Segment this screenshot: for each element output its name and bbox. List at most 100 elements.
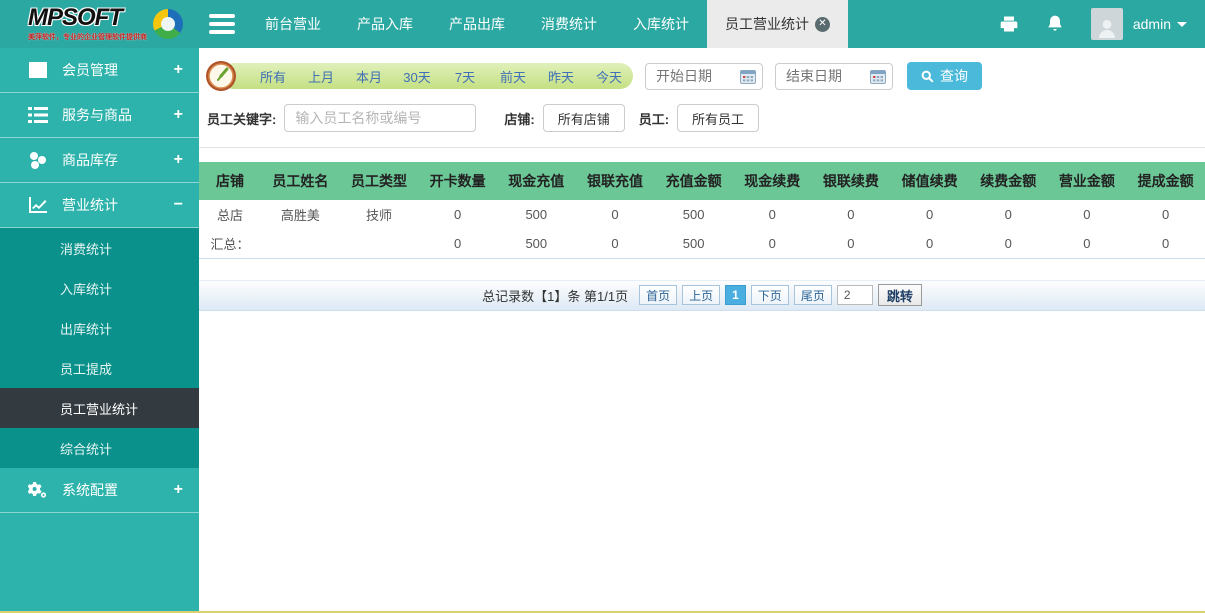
- tab-4[interactable]: 消费统计: [523, 0, 615, 48]
- tab-2[interactable]: 产品入库: [339, 0, 431, 48]
- sidebar-item-4[interactable]: 营业统计 −: [0, 183, 199, 228]
- expand-icon[interactable]: +: [174, 481, 183, 499]
- sidebar-subitem-5[interactable]: 员工营业统计: [0, 388, 199, 428]
- tab-5[interactable]: 入库统计: [615, 0, 707, 48]
- search-button[interactable]: 查询: [907, 62, 982, 90]
- quick-range-link-6[interactable]: 前天: [489, 67, 537, 86]
- table-row: 总店高胜美技师05000500000000: [199, 200, 1205, 229]
- column-header: 员工类型: [340, 162, 419, 200]
- keyword-input[interactable]: [284, 104, 476, 132]
- sidebar-item-3[interactable]: 商品库存 +: [0, 138, 199, 183]
- column-header: 续费金额: [969, 162, 1048, 200]
- column-header: 员工姓名: [261, 162, 340, 200]
- table-cell: 技师: [340, 200, 419, 229]
- header-actions: admin: [999, 0, 1205, 48]
- user-menu[interactable]: admin: [1133, 16, 1187, 32]
- column-header: 储值续费: [890, 162, 969, 200]
- expand-icon[interactable]: +: [174, 61, 183, 79]
- column-header: 提成金额: [1126, 162, 1205, 200]
- clock-icon: [205, 60, 237, 92]
- menu-icon[interactable]: [209, 14, 235, 34]
- table-cell: 500: [497, 200, 576, 229]
- staff-revenue-table: 店铺员工姓名员工类型开卡数量现金充值银联充值充值金额现金续费银联续费储值续费续费…: [199, 162, 1205, 259]
- sidebar-subitem-1[interactable]: 消费统计: [0, 228, 199, 268]
- end-date-input[interactable]: [786, 68, 866, 84]
- staff-select-button[interactable]: 所有员工: [677, 104, 759, 132]
- table-header-row: 店铺员工姓名员工类型开卡数量现金充值银联充值充值金额现金续费银联续费储值续费续费…: [199, 162, 1205, 200]
- quick-range-link-7[interactable]: 昨天: [537, 67, 585, 86]
- sidebar-subitem-3[interactable]: 出库统计: [0, 308, 199, 348]
- table-cell: [261, 229, 340, 258]
- quick-range-link-2[interactable]: 上月: [297, 67, 345, 86]
- table-cell: 500: [654, 229, 733, 258]
- magnifier-icon: [921, 70, 934, 83]
- expand-icon[interactable]: +: [174, 106, 183, 124]
- printer-icon[interactable]: [999, 14, 1019, 34]
- tab-1[interactable]: 前台营业: [247, 0, 339, 48]
- sidebar-item-2[interactable]: 服务与商品+: [0, 93, 199, 138]
- close-tab-icon[interactable]: ✕: [815, 17, 830, 32]
- quick-date-pill: 所有上月本月30天7天前天昨天今天: [221, 63, 633, 89]
- sidebar-item-1[interactable]: 会员管理 +: [0, 48, 199, 93]
- table-cell: 500: [497, 229, 576, 258]
- keyword-label: 员工关键字:: [207, 109, 276, 128]
- jump-button[interactable]: 跳转: [878, 284, 922, 306]
- table-cell: 0: [890, 229, 969, 258]
- prev-page-button[interactable]: 上页: [682, 285, 720, 305]
- table-cell: 0: [890, 200, 969, 229]
- username: admin: [1133, 16, 1171, 32]
- quick-range-link-8[interactable]: 今天: [585, 67, 633, 86]
- quick-range-link-1[interactable]: 所有: [249, 67, 297, 86]
- tab-6[interactable]: 员工营业统计✕: [707, 0, 848, 48]
- sidebar-item-label: 营业统计: [62, 195, 118, 215]
- table-cell: 0: [1126, 200, 1205, 229]
- tab-3[interactable]: 产品出库: [431, 0, 523, 48]
- avatar[interactable]: [1091, 8, 1123, 40]
- sidebar-item-label: 商品库存: [62, 150, 118, 170]
- sidebar-item-5[interactable]: 系统配置+: [0, 468, 199, 513]
- column-header: 开卡数量: [418, 162, 497, 200]
- table-cell: 总店: [199, 200, 261, 229]
- sidebar-subitem-4[interactable]: 员工提成: [0, 348, 199, 388]
- collapse-icon[interactable]: −: [174, 196, 183, 214]
- logo-tagline: 美萍软件，专业的企业管理软件提供商: [28, 32, 147, 42]
- first-page-button[interactable]: 首页: [639, 285, 677, 305]
- table-cell: [340, 229, 419, 258]
- date-filter-row: 所有上月本月30天7天前天昨天今天 查询: [207, 61, 1205, 91]
- start-date-input[interactable]: [656, 68, 736, 84]
- sidebar-item-label: 会员管理: [62, 60, 118, 80]
- table-cell: 0: [812, 229, 891, 258]
- next-page-button[interactable]: 下页: [751, 285, 789, 305]
- expand-icon[interactable]: +: [174, 151, 183, 169]
- quick-range-link-5[interactable]: 7天: [441, 67, 489, 86]
- tab-label: 产品出库: [449, 14, 505, 34]
- sidebar-subitem-2[interactable]: 入库统计: [0, 268, 199, 308]
- table-cell: 0: [733, 229, 812, 258]
- table-cell: 0: [733, 200, 812, 229]
- tab-label: 入库统计: [633, 14, 689, 34]
- top-tabs: 前台营业产品入库产品出库消费统计入库统计员工营业统计✕: [247, 0, 848, 48]
- end-date-field[interactable]: [775, 63, 893, 90]
- column-header: 现金充值: [497, 162, 576, 200]
- jump-page-input[interactable]: [837, 285, 873, 305]
- column-header: 现金续费: [733, 162, 812, 200]
- logo-swirl-icon: [153, 9, 183, 39]
- logo-text: MPSOFT: [28, 6, 147, 30]
- table-cell: 0: [418, 229, 497, 258]
- calendar-icon[interactable]: [870, 69, 886, 84]
- last-page-button[interactable]: 尾页: [794, 285, 832, 305]
- shop-select-button[interactable]: 所有店铺: [543, 104, 625, 132]
- sidebar-submenu: 消费统计入库统计出库统计员工提成员工营业统计综合统计: [0, 228, 199, 468]
- inventory-nodes-icon: [28, 151, 48, 169]
- sidebar-subitem-6[interactable]: 综合统计: [0, 428, 199, 468]
- bell-icon[interactable]: [1045, 14, 1065, 34]
- gears-icon: [28, 481, 48, 499]
- quick-range-link-3[interactable]: 本月: [345, 67, 393, 86]
- table-cell: 0: [812, 200, 891, 229]
- table-cell: 0: [1048, 229, 1127, 258]
- start-date-field[interactable]: [645, 63, 763, 90]
- current-page-button[interactable]: 1: [725, 285, 746, 305]
- record-summary: 总记录数【1】条 第1/1页: [482, 286, 628, 305]
- quick-range-link-4[interactable]: 30天: [393, 67, 441, 86]
- calendar-icon[interactable]: [740, 69, 756, 84]
